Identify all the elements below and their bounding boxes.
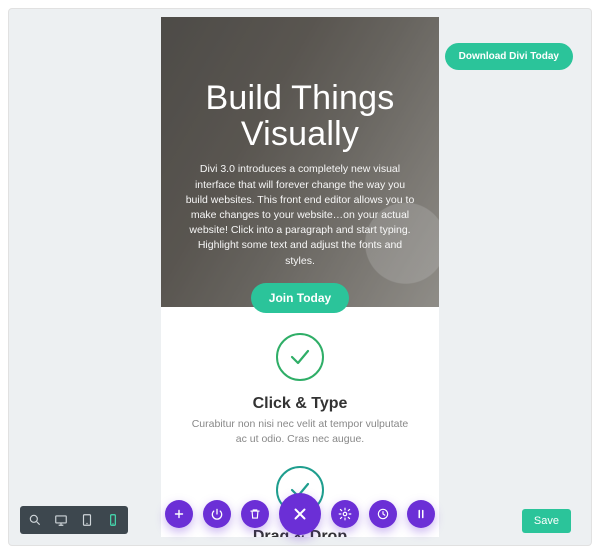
close-button[interactable] xyxy=(279,493,321,535)
save-button[interactable]: Save xyxy=(522,509,571,533)
hero-title: Build Things Visually xyxy=(181,81,419,152)
mobile-preview: Build Things Visually Divi 3.0 introduce… xyxy=(161,17,439,537)
editor-frame: Download Divi Today Build Things Visuall… xyxy=(8,8,592,546)
power-button[interactable] xyxy=(203,500,231,528)
feature-title: Click & Type xyxy=(183,395,417,413)
trash-button[interactable] xyxy=(241,500,269,528)
hero-section: Build Things Visually Divi 3.0 introduce… xyxy=(161,17,439,307)
history-button[interactable] xyxy=(369,500,397,528)
tablet-icon[interactable] xyxy=(74,507,100,533)
builder-action-bar xyxy=(165,493,435,535)
settings-button[interactable] xyxy=(331,500,359,528)
zoom-out-icon[interactable] xyxy=(22,507,48,533)
viewport-toolbar xyxy=(20,506,128,534)
download-button[interactable]: Download Divi Today xyxy=(445,43,573,70)
phone-icon[interactable] xyxy=(100,507,126,533)
add-button[interactable] xyxy=(165,500,193,528)
desktop-icon[interactable] xyxy=(48,507,74,533)
feature-text: Curabitur non nisi nec velit at tempor v… xyxy=(183,417,417,446)
check-icon xyxy=(276,333,324,381)
hero-text: Divi 3.0 introduces a completely new vis… xyxy=(181,162,419,269)
pause-button[interactable] xyxy=(407,500,435,528)
feature-click-type: Click & Type Curabitur non nisi nec veli… xyxy=(161,307,439,446)
join-today-button[interactable]: Join Today xyxy=(251,283,349,313)
